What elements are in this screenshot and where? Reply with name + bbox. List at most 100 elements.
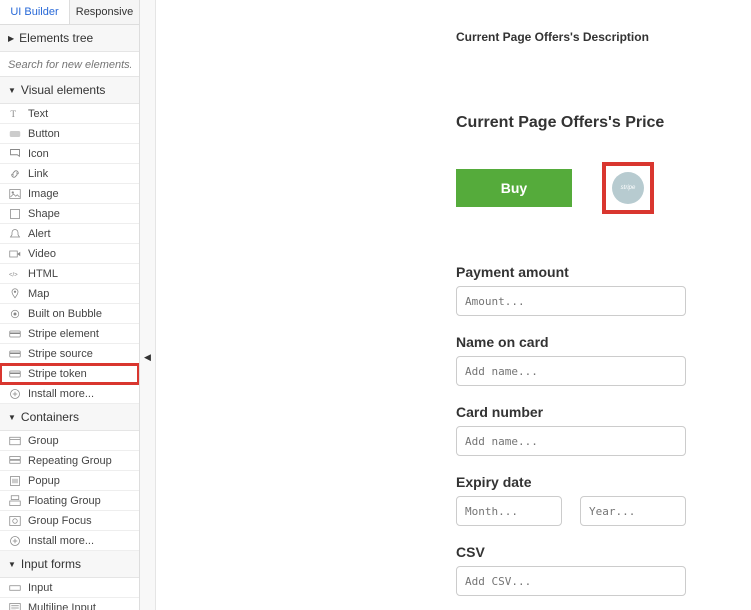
year-input[interactable] <box>580 496 686 526</box>
search-row <box>0 52 139 77</box>
csv-label: CSV <box>456 544 731 560</box>
tab-responsive[interactable]: Responsive <box>70 0 139 24</box>
name-input[interactable] <box>456 356 686 386</box>
card-input[interactable] <box>456 426 686 456</box>
element-alert[interactable]: Alert <box>0 224 139 244</box>
element-label: Floating Group <box>28 495 101 507</box>
svg-text:T: T <box>11 109 17 119</box>
month-input[interactable] <box>456 496 562 526</box>
element-label: Stripe token <box>28 368 87 380</box>
section-label: Elements tree <box>19 31 93 45</box>
caret-left-icon: ◀ <box>144 352 151 363</box>
map-icon <box>8 287 22 301</box>
element-label: Link <box>28 168 48 180</box>
chevron-down-icon: ▼ <box>8 560 16 569</box>
element-label: Multiline Input <box>28 602 96 610</box>
expiry-label: Expiry date <box>456 474 731 490</box>
element-label: Text <box>28 108 48 120</box>
section-input-forms[interactable]: ▼ Input forms <box>0 551 139 578</box>
stripe-icon: stripe <box>612 172 644 204</box>
element-label: Map <box>28 288 49 300</box>
canvas: Current Page Offers's Description Curren… <box>156 0 751 610</box>
image-icon <box>8 187 22 201</box>
search-input[interactable] <box>8 59 131 71</box>
element-input[interactable]: Input <box>0 578 139 598</box>
section-label: Visual elements <box>21 83 106 97</box>
element-icon[interactable]: Icon <box>0 144 139 164</box>
panel-divider[interactable]: ◀ <box>140 0 156 610</box>
element-image[interactable]: Image <box>0 184 139 204</box>
group-icon <box>8 434 22 448</box>
svg-text:</>: </> <box>9 272 18 278</box>
element-label: Repeating Group <box>28 455 112 467</box>
element-stripe-element[interactable]: Stripe element <box>0 324 139 344</box>
element-label: Stripe element <box>28 328 99 340</box>
card-label: Card number <box>456 404 731 420</box>
plus-icon <box>8 534 22 548</box>
element-label: Icon <box>28 148 49 160</box>
element-stripe-token[interactable]: Stripe token <box>0 364 139 384</box>
name-label: Name on card <box>456 334 731 350</box>
element-label: Group Focus <box>28 515 92 527</box>
tab-ui-builder[interactable]: UI Builder <box>0 0 70 24</box>
element-label: Shape <box>28 208 60 220</box>
chevron-down-icon: ▼ <box>8 86 16 95</box>
video-icon <box>8 247 22 261</box>
element-repeating-group[interactable]: Repeating Group <box>0 451 139 471</box>
text-icon: T <box>8 107 22 121</box>
element-label: Install more... <box>28 535 94 547</box>
element-label: Button <box>28 128 60 140</box>
element-popup[interactable]: Popup <box>0 471 139 491</box>
element-label: Built on Bubble <box>28 308 102 320</box>
element-group[interactable]: Group <box>0 431 139 451</box>
element-install-more-[interactable]: Install more... <box>0 384 139 404</box>
element-label: Stripe source <box>28 348 93 360</box>
shape-icon <box>8 207 22 221</box>
element-html[interactable]: </>HTML <box>0 264 139 284</box>
element-button[interactable]: Button <box>0 124 139 144</box>
section-containers[interactable]: ▼ Containers <box>0 404 139 431</box>
chevron-right-icon: ▶ <box>8 34 14 43</box>
sidebar: UI Builder Responsive ▶ Elements tree ▼ … <box>0 0 140 610</box>
element-label: Popup <box>28 475 60 487</box>
element-group-focus[interactable]: Group Focus <box>0 511 139 531</box>
csv-input[interactable] <box>456 566 686 596</box>
element-label: Input <box>28 582 52 594</box>
sidebar-tabs: UI Builder Responsive <box>0 0 139 25</box>
element-map[interactable]: Map <box>0 284 139 304</box>
element-stripe-source[interactable]: Stripe source <box>0 344 139 364</box>
element-label: Alert <box>28 228 51 240</box>
section-label: Containers <box>21 410 79 424</box>
chevron-down-icon: ▼ <box>8 413 16 422</box>
element-label: Image <box>28 188 59 200</box>
element-floating-group[interactable]: Floating Group <box>0 491 139 511</box>
stripe-icon <box>8 327 22 341</box>
element-built-on-bubble[interactable]: Built on Bubble <box>0 304 139 324</box>
element-text[interactable]: T Text <box>0 104 139 124</box>
element-label: Video <box>28 248 56 260</box>
section-visual-elements[interactable]: ▼ Visual elements <box>0 77 139 104</box>
repeat-icon <box>8 454 22 468</box>
price-text: Current Page Offers's Price <box>456 114 731 132</box>
element-video[interactable]: Video <box>0 244 139 264</box>
element-multiline-input[interactable]: Multiline Input <box>0 598 139 610</box>
section-label: Input forms <box>21 557 81 571</box>
amount-input[interactable] <box>456 286 686 316</box>
buy-button[interactable]: Buy <box>456 169 572 207</box>
stripe-icon <box>8 367 22 381</box>
multiline-icon <box>8 601 22 610</box>
description-text: Current Page Offers's Description <box>456 30 731 44</box>
amount-label: Payment amount <box>456 264 731 280</box>
stripe-token-element[interactable]: stripe <box>602 162 654 214</box>
bubble-icon <box>8 307 22 321</box>
button-icon <box>8 127 22 141</box>
element-link[interactable]: Link <box>0 164 139 184</box>
link-icon <box>8 167 22 181</box>
plus-icon <box>8 387 22 401</box>
element-label: Install more... <box>28 388 94 400</box>
section-elements-tree[interactable]: ▶ Elements tree <box>0 25 139 52</box>
icon-icon <box>8 147 22 161</box>
element-shape[interactable]: Shape <box>0 204 139 224</box>
element-install-more-[interactable]: Install more... <box>0 531 139 551</box>
stripe-icon <box>8 347 22 361</box>
